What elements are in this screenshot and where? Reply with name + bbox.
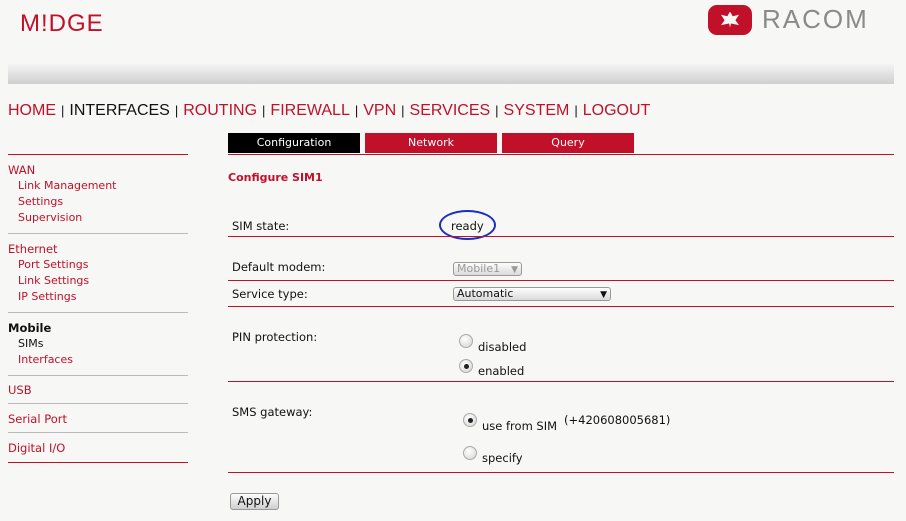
sidebar-divider: [8, 432, 188, 433]
nav-routing[interactable]: ROUTING: [183, 102, 257, 119]
sidebar-heading-mobile[interactable]: Mobile: [8, 321, 51, 335]
nav-interfaces[interactable]: INTERFACES: [69, 102, 169, 119]
default-modem-label: Default modem:: [232, 260, 326, 274]
nav-firewall[interactable]: FIREWALL: [270, 102, 349, 119]
sidebar-divider: [8, 403, 188, 404]
row-divider: [228, 306, 894, 307]
sidebar-heading-digital-io[interactable]: Digital I/O: [8, 441, 65, 455]
section-title: Configure SIM1: [228, 171, 323, 184]
midge-logo: M!DGE: [20, 10, 104, 37]
sms-use-from-sim-label: use from SIM: [482, 419, 558, 433]
pin-protection-label: PIN protection:: [232, 330, 318, 344]
sidebar-item-sims[interactable]: SIMs: [18, 337, 43, 350]
sidebar-heading-serial-port[interactable]: Serial Port: [8, 412, 67, 426]
sidebar-divider: [8, 233, 188, 234]
pin-disabled-label: disabled: [478, 340, 527, 354]
sim-state-label: SIM state:: [232, 219, 290, 233]
racom-logo-text: RACOM: [762, 4, 869, 34]
nav-separator: |: [262, 103, 266, 118]
nav-logout[interactable]: LOGOUT: [583, 102, 651, 119]
sidebar-item-link-management[interactable]: Link Management: [18, 179, 116, 192]
nav-separator: |: [354, 103, 359, 118]
racom-logo: RACOM: [708, 4, 869, 35]
nav-separator: |: [174, 103, 179, 118]
sidebar-item-ip-settings[interactable]: IP Settings: [18, 290, 77, 303]
sms-specify-radio[interactable]: [463, 446, 477, 460]
tab-query[interactable]: Query: [502, 133, 634, 153]
nav-system[interactable]: SYSTEM: [504, 102, 570, 119]
row-divider: [228, 472, 894, 473]
sidebar-heading-wan[interactable]: WAN: [8, 163, 35, 177]
sms-use-from-sim-radio[interactable]: [463, 413, 477, 427]
sms-gateway-label: SMS gateway:: [232, 405, 313, 419]
default-modem-select: Mobile1 ▼: [453, 262, 522, 276]
nav-vpn[interactable]: VPN: [363, 102, 396, 119]
row-divider: [228, 236, 894, 237]
service-type-label: Service type:: [232, 287, 308, 301]
tab-network[interactable]: Network: [365, 133, 497, 153]
nav-home[interactable]: HOME: [8, 102, 56, 119]
row-divider: [228, 381, 894, 382]
sms-number: (+420608005681): [564, 413, 671, 427]
nav-services[interactable]: SERVICES: [410, 102, 491, 119]
row-divider: [228, 280, 894, 281]
pin-enabled-radio[interactable]: [459, 359, 473, 373]
sidebar-divider: [8, 375, 188, 376]
chevron-down-icon: ▼: [600, 290, 607, 300]
sidebar-divider: [8, 312, 188, 313]
nav-separator: |: [574, 103, 578, 118]
sidebar-divider: [8, 462, 188, 463]
sidebar-heading-usb[interactable]: USB: [8, 383, 32, 397]
nav-separator: |: [495, 103, 499, 118]
service-type-value: Automatic: [457, 287, 514, 300]
racom-logo-icon: [708, 4, 752, 35]
sidebar-heading-ethernet[interactable]: Ethernet: [8, 242, 58, 256]
tab-configuration[interactable]: Configuration: [228, 133, 360, 153]
default-modem-value: Mobile1: [457, 262, 501, 275]
sidebar-item-settings[interactable]: Settings: [18, 195, 63, 208]
sms-specify-label: specify: [482, 451, 523, 465]
sidebar-divider: [8, 154, 188, 155]
sidebar-item-supervision[interactable]: Supervision: [18, 211, 82, 224]
tab-underline: [228, 154, 894, 155]
sidebar-item-link-settings[interactable]: Link Settings: [18, 274, 89, 287]
pin-enabled-label: enabled: [478, 364, 525, 378]
nav-separator: |: [61, 103, 65, 118]
pin-disabled-radio[interactable]: [459, 334, 473, 348]
header-bar: [8, 64, 894, 84]
chevron-down-icon: ▼: [511, 265, 518, 275]
apply-button[interactable]: Apply: [230, 493, 279, 510]
sidebar-item-port-settings[interactable]: Port Settings: [18, 258, 88, 271]
nav-separator: |: [401, 103, 405, 118]
sidebar-item-interfaces[interactable]: Interfaces: [18, 353, 73, 366]
top-nav: HOME | INTERFACES | ROUTING | FIREWALL | VPN | SER…: [8, 102, 650, 120]
service-type-select[interactable]: Automatic ▼: [453, 287, 611, 301]
